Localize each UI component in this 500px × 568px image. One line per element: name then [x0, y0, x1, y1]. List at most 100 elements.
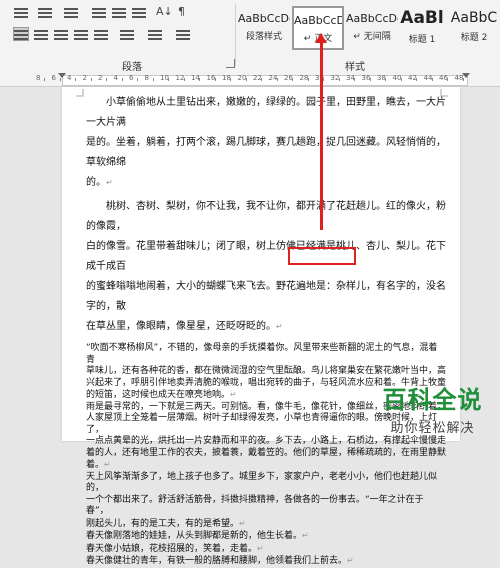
ruler-tick: [230, 78, 231, 81]
ruler-tick: [75, 78, 76, 81]
align-right-button[interactable]: [54, 28, 68, 40]
text-line: 小草偷偷地从土里钻出来，嫩嫩的，绿绿的。园子里，田野里，瞧去，一大片一大片满: [86, 97, 446, 128]
sort-button[interactable]: A↓: [156, 6, 173, 18]
text-line: 着的人，还有地里工作的农夫，披着蓑，戴着笠的。他们的草屋，稀稀疏疏的，在雨里静默: [86, 448, 446, 460]
text-line-text: 着。: [86, 460, 105, 470]
style-item[interactable]: AaBbCcDc 段落样式: [238, 6, 290, 50]
brand-watermark: 百科全说 助你轻松解决: [370, 380, 495, 436]
text-line-text: 的短笛，这时候也成天在嘹亮地响。: [86, 390, 231, 400]
decrease-indent-button[interactable]: [92, 6, 106, 18]
text-line: 春天像小姑娘，花枝招展的，笑着，走着。↵: [86, 543, 446, 556]
shading-button[interactable]: [148, 28, 162, 40]
paragraph-mark-icon: ↵: [239, 518, 246, 528]
text-line: 的。↵: [86, 173, 446, 193]
paragraph: 桃树、杏树、梨树，你不让我，我不让你，都开满了花赶趟儿。红的像火，粉的像霞， 白…: [86, 197, 446, 337]
multilevel-list-button[interactable]: [64, 6, 78, 18]
bullets-button[interactable]: [14, 6, 28, 18]
ruler-tick: [369, 78, 371, 81]
text-line: 春天像健壮的青年，有铁一般的胳膊和腰脚，他领着我们上前去。↵: [86, 555, 446, 568]
align-center-button[interactable]: [34, 28, 48, 40]
ribbon: A↓ ¶ 段落 AaBbCcDc 段落样式 AaBbCcDc ↵ 正文 AaBb…: [0, 0, 500, 74]
paragraph-mark-icon: ↵: [257, 543, 264, 553]
ruler-tick: [462, 78, 464, 81]
compact-text-block: “吹面不寒杨柳风”，不错的，像母亲的手抚摸着你。风里带来些新翻的泥土的气息，混着…: [86, 343, 446, 568]
text-line-text: 着的人，还有地里工作的农夫，披着蓑，戴着笠的。他们的草屋，稀稀疏疏的，在雨里静默: [86, 447, 447, 458]
text-line-text: 一个个都出来了。舒活舒活筋骨，抖擞抖擞精神，各做各的一份事去。“一年之计在于春”…: [86, 494, 424, 517]
ruler-number: 4: [67, 74, 72, 82]
paragraph-group: A↓ ¶: [8, 4, 232, 50]
ruler-tick: [168, 78, 169, 81]
increase-indent-button[interactable]: [112, 6, 126, 18]
text-line-text: 的。: [86, 177, 106, 188]
text-line-text: 一点点黄晕的光，烘托出一片安静而和平的夜。乡下去，小路上，石桥边，有撑起伞慢慢走: [86, 436, 447, 446]
ruler-number: 6: [51, 74, 56, 82]
ruler-tick: [354, 78, 355, 81]
ruler-tick: [245, 78, 247, 81]
annotation-arrow-icon: [320, 40, 323, 230]
justify-button[interactable]: [74, 28, 88, 40]
ruler-number: 2: [98, 74, 103, 82]
paragraph-mark-icon: ↵: [347, 556, 354, 565]
ruler-tick: [292, 78, 293, 81]
align-left-button[interactable]: [13, 27, 29, 41]
styles-gallery: AaBbCcDc 段落样式 AaBbCcDc ↵ 正文 AaBbCcDc ↵ 无…: [238, 6, 500, 52]
paragraph-mark-icon: ↵: [104, 460, 111, 469]
text-line-text: 刚起头儿，有的是工夫，有的是希望。: [86, 518, 240, 529]
paragraph-mark-icon: ↵: [302, 531, 309, 540]
ruler-tick: [261, 78, 262, 81]
brand-subtitle: 助你轻松解决: [390, 421, 475, 436]
show-marks-button[interactable]: ¶: [178, 6, 185, 18]
text-line: 着。↵: [86, 459, 446, 472]
text-line-text: 天上风筝渐渐多了，地上孩子也多了。城里乡下，家家户户，老老小小，他们也赶趟儿似的…: [86, 471, 438, 494]
style-item[interactable]: AaBbCcDc ↵ 无间隔: [346, 6, 398, 50]
paragraph-dialog-launcher[interactable]: [226, 59, 235, 68]
text-line: 在草丛里，像眼睛，像星星，还眨呀眨的。↵: [86, 317, 446, 337]
paragraph-mark-icon: ↵: [106, 178, 113, 187]
text-line: 的蜜蜂嗡嗡地闹着，大小的蝴蝶飞来飞去。野花遍地是：杂样儿，有名字的，没名字的，散: [86, 281, 446, 312]
text-line: 桃树、杏树、梨树，你不让我，我不让你，都开满了花赶趟儿。红的像火，粉的像霞，: [86, 201, 446, 232]
ruler-tick: [137, 78, 138, 81]
text-line: 春天像刚落地的娃娃，从头到脚都是新的，他生长着。↵: [86, 530, 446, 543]
ruler-tick: [183, 78, 185, 81]
line-spacing-button[interactable]: [120, 28, 134, 40]
text-line: 天上风筝渐渐多了，地上孩子也多了。城里乡下，家家户户，老老小小，他们也赶趟儿似的…: [86, 472, 446, 495]
borders-button[interactable]: [176, 28, 190, 40]
text-line: 一点点黄晕的光，烘托出一片安静而和平的夜。乡下去，小路上，石桥边，有撑起伞慢慢走: [86, 436, 446, 448]
ruler-tick: [59, 78, 61, 81]
annotation-highlight-box: [288, 247, 356, 265]
ruler-number: 2: [82, 74, 87, 82]
style-item[interactable]: AaBl 标题 1: [396, 6, 448, 50]
text-line-text: 在草丛里，像眼睛，像星星，还眨呀眨的。: [86, 321, 276, 332]
text-line-text: 春天像健壮的青年，有铁一般的胳膊和腰脚，他领着我们上前去。: [86, 556, 348, 566]
ruler-tick: [385, 78, 386, 81]
style-item-selected[interactable]: AaBbCcDc ↵ 正文: [292, 6, 344, 50]
text-line-text: “吹面不寒杨柳风”，不错的，像母亲的手抚摸着你。风里带来些新翻的泥土的气息，混着…: [86, 343, 438, 365]
numbering-button[interactable]: [38, 6, 52, 18]
ruler-number: 6: [129, 74, 134, 82]
ruler-number: 8: [36, 74, 41, 82]
ruler-number: 8: [144, 74, 149, 82]
ruler-tick: [121, 78, 123, 81]
text-line: 刚起头儿，有的是工夫，有的是希望。↵: [86, 518, 446, 531]
ruler-tick: [276, 78, 278, 81]
ruler-tick: [90, 78, 92, 81]
distributed-button[interactable]: [94, 28, 108, 40]
style-item[interactable]: AaBbC 标题 2: [448, 6, 500, 50]
first-line-indent-marker[interactable]: [58, 73, 66, 78]
ruler-tick: [431, 78, 433, 81]
paragraph-mark-icon: ↵: [230, 390, 237, 399]
horizontal-ruler[interactable]: 8642246810121416182022242628303234363840…: [0, 73, 500, 87]
right-indent-marker[interactable]: [462, 73, 470, 78]
ruler-tick: [152, 78, 154, 81]
chinese-layout-button[interactable]: [132, 6, 146, 18]
ruler-tick: [323, 78, 324, 81]
text-line: 草味儿，还有各种花的香，都在微微润湿的空气里酝酿。鸟儿将窠巢安在繁花嫩叶当中，高: [86, 366, 446, 378]
text-line: 一个个都出来了。舒活舒活筋骨，抖擞抖擞精神，各做各的一份事去。“一年之计在于春”…: [86, 495, 446, 518]
ruler-tick: [214, 78, 216, 81]
document-body[interactable]: 小草偷偷地从土里钻出来，嫩嫩的，绿绿的。园子里，田野里，瞧去，一大片一大片满 是…: [86, 93, 446, 568]
crop-mark-icon: [76, 89, 84, 97]
ruler-tick: [338, 78, 340, 81]
paragraph-group-label: 段落: [122, 62, 142, 73]
ruler-tick: [106, 78, 107, 81]
paragraph: 小草偷偷地从土里钻出来，嫩嫩的，绿绿的。园子里，田野里，瞧去，一大片一大片满 是…: [86, 93, 446, 193]
